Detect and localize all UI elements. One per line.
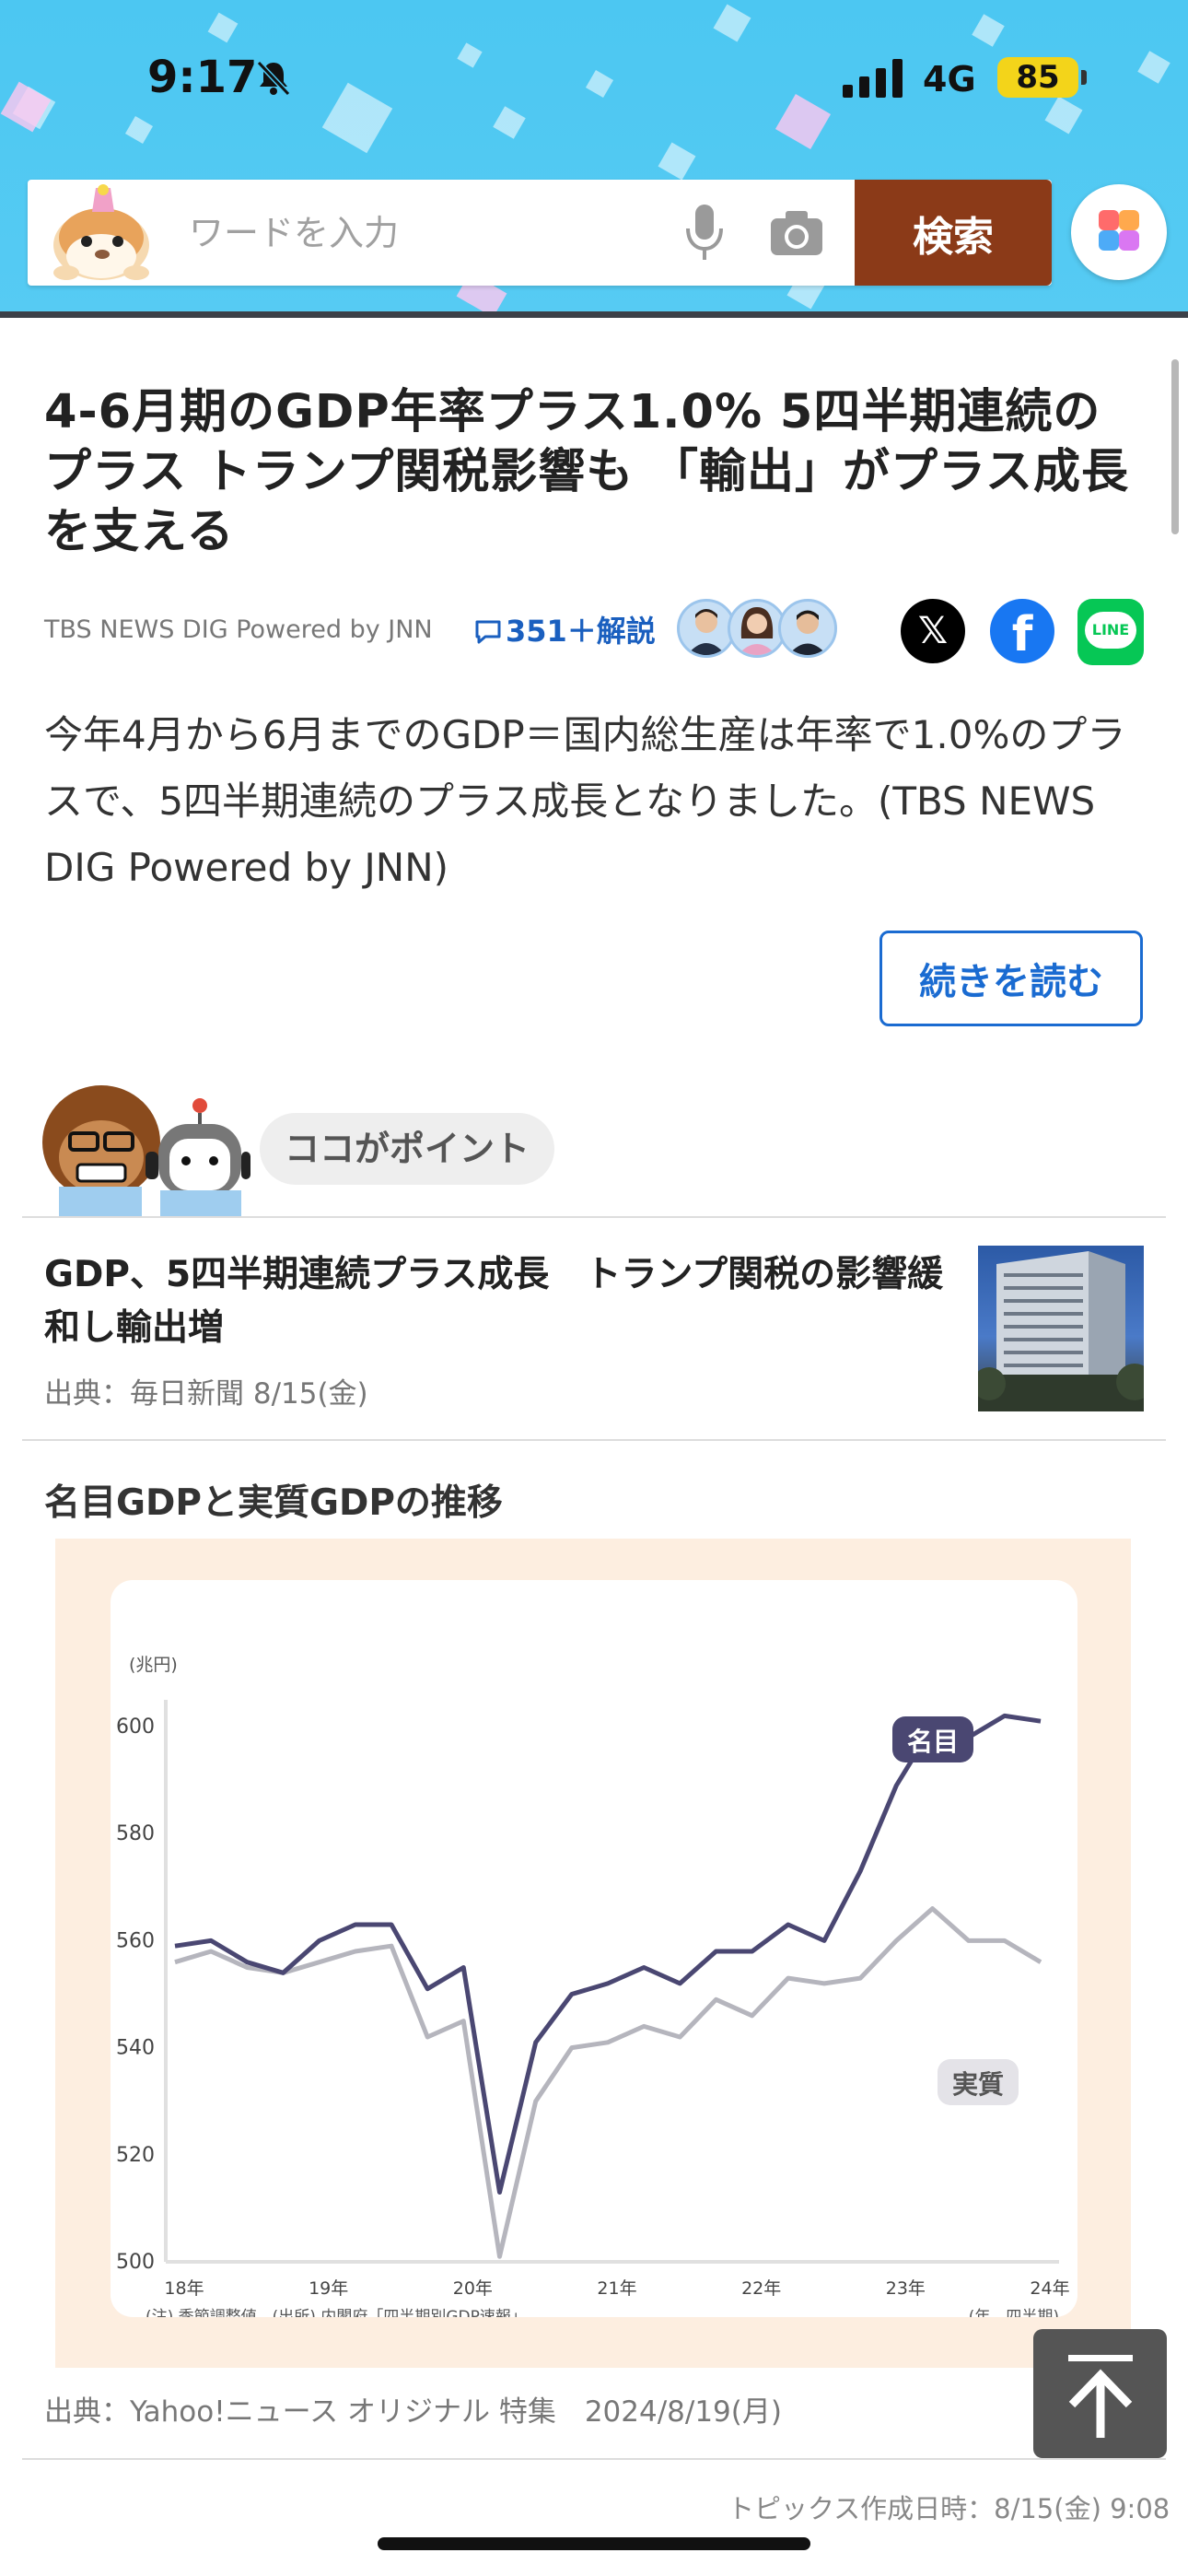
y-tick-label: 580 [116, 1822, 155, 1845]
series-line-real [174, 1906, 1042, 2259]
network-type: 4G [923, 59, 976, 100]
microphone-icon[interactable] [681, 203, 728, 263]
status-bar: 9:17 4G 85 [0, 0, 1188, 166]
series-label-nominal: 名目 [907, 1727, 959, 1757]
x-tick-label: 22年 [741, 2278, 781, 2299]
comments-count: 351＋解説 [506, 614, 656, 649]
chart-card: (兆円) 500 520 540 560 580 600 18年 19年 20年 21年 22年 2… [111, 1580, 1077, 2317]
y-unit-label: (兆円) [129, 1655, 178, 1675]
series-lines [174, 1713, 1042, 2259]
chart-footnote: (注) 季節調整値 (出所) 内閣府「四半期別GDP速報」 [146, 2308, 527, 2317]
y-tick-label: 520 [116, 2144, 155, 2167]
mascot-characters-icon [42, 1085, 250, 1216]
search-input[interactable] [189, 207, 677, 259]
x-tick-label: 24年 [1030, 2278, 1069, 2299]
x-tick-label: 20年 [453, 2278, 493, 2299]
comments-link[interactable]: 351＋解説 [474, 608, 656, 650]
x-tick-label: 21年 [597, 2278, 636, 2299]
article-source: TBS NEWS DIG Powered by JNN [44, 615, 433, 644]
guinea-pig-mascot-icon [53, 184, 149, 280]
search-bar: 検索 [28, 180, 1052, 286]
series-labels: 名目実質 [892, 1716, 1019, 2105]
chart-source: 出典：Yahoo!ニュース オリジナル 特集 2024/8/19(月) [44, 2395, 782, 2429]
related-article-thumbnail[interactable] [978, 1246, 1144, 1411]
y-tick-label: 500 [116, 2251, 155, 2274]
divider [22, 1439, 1166, 1441]
y-tick-label: 600 [116, 1715, 155, 1739]
divider [22, 1216, 1166, 1218]
y-axis-ticks: 500 520 540 560 580 600 [116, 1715, 155, 2274]
battery-cap [1081, 70, 1087, 85]
share-line-button[interactable]: LINE [1077, 599, 1144, 665]
share-x-button[interactable]: 𝕏 [901, 599, 965, 663]
related-article-title[interactable]: GDP、5四半期連続プラス成長 トランプ関税の影響緩和し輸出増 [44, 1248, 956, 1355]
search-button[interactable]: 検索 [855, 180, 1052, 286]
article-headline[interactable]: 4-6月期のGDP年率プラス1.0% 5四半期連続のプラス トランプ関税影響も … [44, 382, 1140, 562]
article-summary: 今年4月から6月までのGDP＝国内総生産は年率で1.0%のプラスで、5四半期連続… [44, 712, 1126, 890]
top-header: 9:17 4G 85 ワードを入力 検索 [0, 0, 1188, 318]
battery-indicator: 85 [997, 57, 1078, 98]
y-tick-label: 560 [116, 1929, 155, 1952]
back-to-top-button[interactable] [1033, 2329, 1167, 2458]
comment-icon [475, 620, 501, 644]
app-launcher-icon[interactable] [1071, 184, 1167, 280]
x-tick-label: 23年 [886, 2278, 926, 2299]
gdp-line-chart: (兆円) 500 520 540 560 580 600 18年 19年 20年 21年 22年 2… [116, 1655, 1070, 2317]
arrow-up-icon [1068, 2355, 1133, 2438]
series-label-real: 実質 [952, 2069, 1004, 2100]
header-divider-strip [0, 311, 1188, 318]
expert-avatar [778, 599, 837, 658]
x-tick-label: 19年 [309, 2278, 348, 2299]
home-indicator[interactable] [378, 2537, 810, 2550]
x-tick-label: 18年 [164, 2278, 204, 2299]
share-facebook-button[interactable]: f [990, 599, 1054, 663]
camera-icon[interactable] [769, 207, 824, 259]
chart-section-title: 名目GDPと実質GDPの推移 [44, 1482, 503, 1524]
point-label: ココがポイント [260, 1113, 554, 1185]
x-axis-ticks: 18年 19年 20年 21年 22年 23年 24年 [164, 2278, 1069, 2299]
topic-created-date: トピックス作成日時：8/15(金) 9:08 [728, 2493, 1171, 2524]
expert-avatars[interactable] [677, 599, 843, 662]
read-more-button[interactable]: 続きを読む [879, 931, 1143, 1026]
cellular-signal-icon [843, 59, 903, 98]
related-article-source: 出典：毎日新聞 8/15(金) [44, 1377, 368, 1411]
y-tick-label: 540 [116, 2037, 155, 2060]
chart-frame: (兆円) 500 520 540 560 580 600 18年 19年 20年 21年 22年 2… [55, 1539, 1131, 2368]
series-line-nominal [174, 1713, 1042, 2195]
scroll-indicator[interactable] [1171, 359, 1179, 534]
line-label: LINE [1085, 612, 1136, 649]
x-axis-note: (年、四半期) [969, 2308, 1059, 2317]
bell-muted-icon [256, 60, 291, 97]
divider [22, 2458, 1166, 2460]
status-time: 9:17 [147, 52, 258, 103]
